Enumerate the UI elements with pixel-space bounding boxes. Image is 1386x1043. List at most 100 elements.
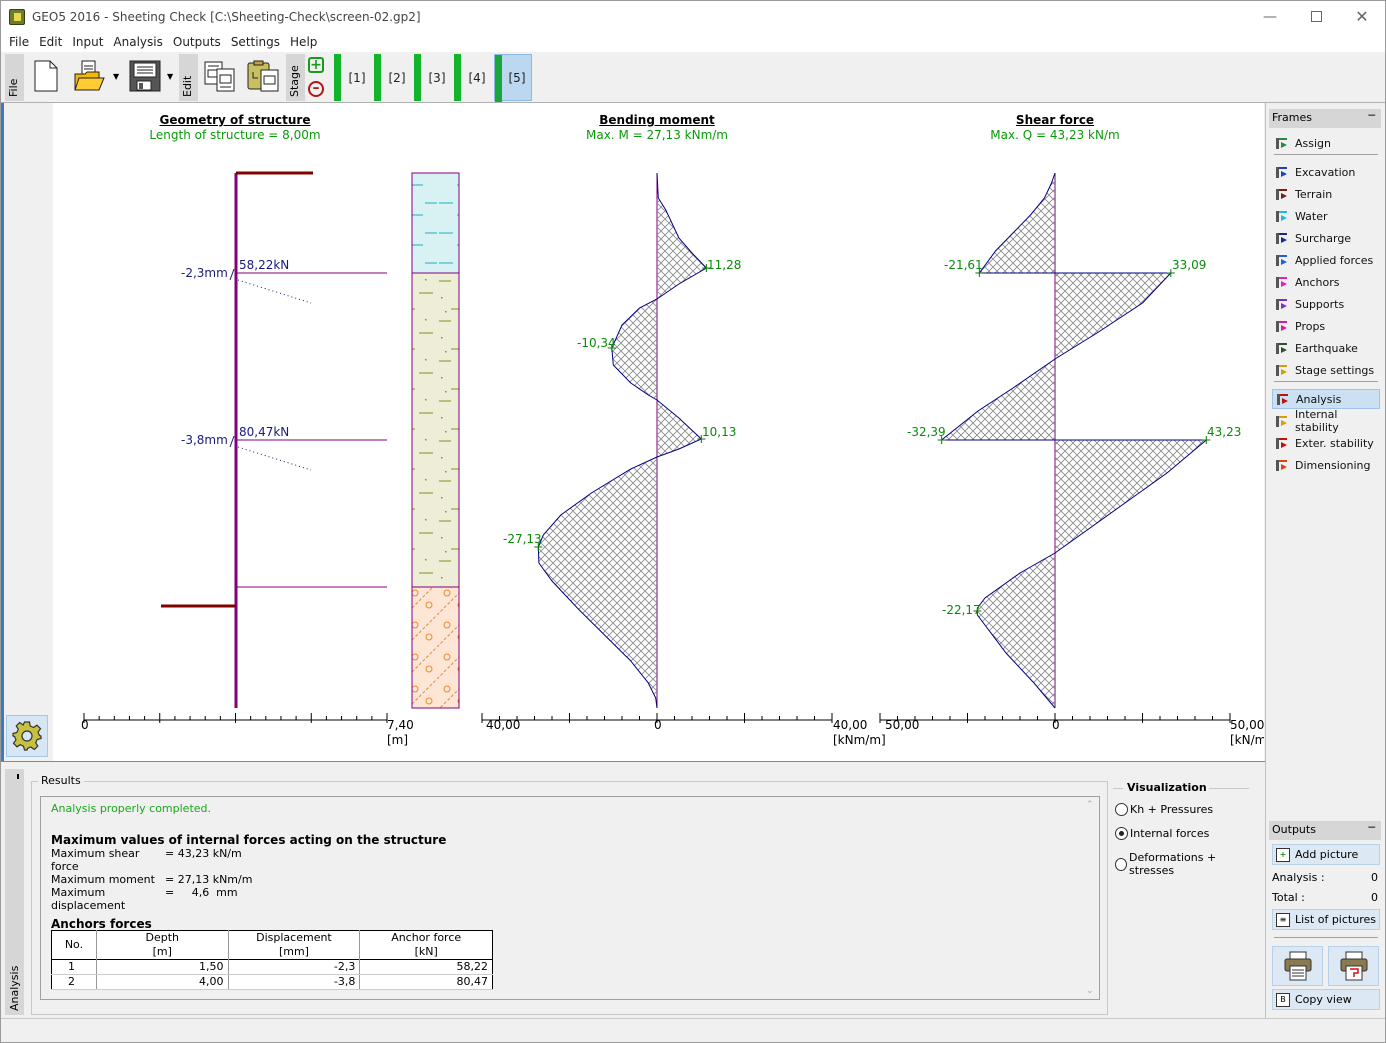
stage-button-5[interactable]: [5] — [494, 54, 532, 102]
separator — [1274, 154, 1378, 155]
new-file-button[interactable] — [34, 60, 58, 95]
soil-layer-sandy-clay — [411, 272, 460, 588]
stage-group-label: Stage — [286, 54, 305, 101]
frame-item-excavation[interactable]: Excavation — [1272, 162, 1380, 182]
menu-input[interactable]: Input — [67, 35, 108, 49]
drawing-canvas[interactable]: Geometry of structure Length of structur… — [53, 103, 1264, 761]
radio-kh-pressures[interactable]: Kh + Pressures — [1115, 803, 1213, 816]
frame-item-props[interactable]: Props — [1272, 316, 1380, 336]
frame-item-surcharge[interactable]: Surcharge — [1272, 228, 1380, 248]
supports-icon — [1275, 297, 1289, 311]
shear-force-chart — [879, 172, 1231, 723]
stage-button-2[interactable]: [2] — [374, 54, 412, 101]
minimize-button[interactable]: — — [1247, 1, 1293, 32]
moment-axis-unit: [kNm/m] — [833, 733, 886, 747]
moment-label: 10,13 — [702, 425, 737, 439]
frame-item-anchors[interactable]: Anchors — [1272, 272, 1380, 292]
maximize-button[interactable] — [1293, 1, 1339, 32]
add-picture-button[interactable]: + Add picture — [1272, 844, 1380, 865]
copy-data-button[interactable] — [204, 60, 236, 95]
copy-view-button[interactable]: B Copy view — [1272, 989, 1380, 1010]
frame-item-dimensioning[interactable]: Dimensioning — [1272, 455, 1380, 475]
shear-axis-zero: 0 — [1052, 718, 1060, 732]
menu-settings[interactable]: Settings — [226, 35, 285, 49]
col-header-anchor-force: Anchor force [kN] — [359, 930, 493, 960]
moment-title: Bending moment — [599, 113, 715, 127]
open-dropdown-arrow[interactable]: ▼ — [113, 72, 119, 81]
visualization-title: Visualization — [1127, 781, 1207, 794]
add-stage-button[interactable]: + — [308, 57, 324, 73]
radio-button[interactable] — [1115, 857, 1128, 871]
scroll-down-icon[interactable]: ⌄ — [1086, 986, 1094, 996]
pin-icon[interactable] — [17, 774, 19, 779]
results-scrollbar[interactable]: ⌃ ⌄ — [1082, 797, 1099, 999]
geo5-app-icon — [9, 8, 25, 25]
stage-button-4[interactable]: [4] — [454, 54, 492, 101]
anchors-icon — [1275, 275, 1289, 289]
menu-help[interactable]: Help — [285, 35, 322, 49]
separator — [1274, 937, 1378, 938]
visualization-group: Visualization Kh + Pressures Internal fo… — [1113, 781, 1253, 981]
title-bar: GEO5 2016 - Sheeting Check [C:\Sheeting-… — [1, 1, 1385, 32]
shear-label: -32,39 — [907, 425, 946, 439]
save-button[interactable] — [129, 60, 161, 95]
print-button[interactable] — [1272, 946, 1323, 986]
open-file-button[interactable] — [73, 60, 107, 95]
menu-outputs[interactable]: Outputs — [168, 35, 226, 49]
earthquake-icon — [1275, 341, 1289, 355]
scroll-up-icon[interactable]: ⌃ — [1086, 800, 1094, 810]
radio-internal-forces[interactable]: Internal forces — [1115, 827, 1209, 840]
right-panel: Frames ─ Assign Excavation Terrain Water Surc… — [1265, 103, 1385, 1018]
radio-button-checked[interactable] — [1115, 827, 1128, 840]
anchor-marker — [229, 268, 235, 281]
menu-analysis[interactable]: Analysis — [108, 35, 167, 49]
anchor-1-displacement: -2,3mm — [181, 266, 228, 280]
stage-button-1[interactable]: [1] — [334, 54, 372, 101]
soil-layer-clay-water — [411, 172, 460, 274]
frame-item-supports[interactable]: Supports — [1272, 294, 1380, 314]
settings-button[interactable] — [6, 715, 48, 757]
frame-item-stage-settings[interactable]: Stage settings — [1272, 360, 1380, 380]
moment-axis-max: 40,00 — [833, 718, 868, 732]
stage-indicator — [495, 55, 502, 102]
close-button[interactable]: ✕ — [1339, 1, 1385, 32]
frame-item-internal-stability[interactable]: Internal stability — [1272, 408, 1380, 434]
analysis-side-tab[interactable]: Analysis — [5, 769, 24, 1015]
anchor-marker — [229, 435, 235, 448]
moment-diagram-fill — [538, 173, 707, 708]
frame-item-earthquake[interactable]: Earthquake — [1272, 338, 1380, 358]
gear-icon — [12, 721, 42, 751]
print-picture-button[interactable] — [1328, 946, 1379, 986]
paste-data-button[interactable] — [247, 60, 279, 95]
moment-label: 11,28 — [707, 258, 742, 272]
menu-file[interactable]: File — [4, 35, 34, 49]
edit-group-label: Edit — [179, 54, 198, 101]
frame-item-exter-stability[interactable]: Exter. stability — [1272, 433, 1380, 453]
radio-deformations-stresses[interactable]: Deformations + stresses — [1115, 851, 1253, 877]
moment-subtitle: Max. M = 27,13 kNm/m — [586, 128, 728, 142]
frame-item-assign[interactable]: Assign — [1272, 133, 1380, 153]
menu-bar: File Edit Input Analysis Outputs Setting… — [1, 32, 1385, 52]
remove-stage-icon: – — [312, 80, 320, 96]
table-row: 2 4,00 -3,8 80,47 — [51, 974, 493, 990]
remove-stage-button[interactable]: – — [308, 81, 324, 97]
collapse-icon[interactable]: ─ — [1368, 109, 1375, 122]
table-row: 1 1,50 -2,3 58,22 — [51, 959, 493, 975]
menu-edit[interactable]: Edit — [34, 35, 67, 49]
list-of-pictures-button[interactable]: ≡ List of pictures — [1272, 909, 1380, 930]
geometry-axis-max: 7,40 — [387, 718, 414, 732]
water-icon — [1275, 209, 1289, 223]
geometry-subtitle: Length of structure = 8,00m — [149, 128, 321, 142]
collapse-icon[interactable]: ─ — [1368, 821, 1375, 834]
frame-item-analysis[interactable]: Analysis — [1272, 389, 1380, 409]
frame-item-applied-forces[interactable]: Applied forces — [1272, 250, 1380, 270]
frames-header[interactable]: Frames ─ — [1269, 109, 1381, 128]
stage-button-3[interactable]: [3] — [414, 54, 452, 101]
save-dropdown-arrow[interactable]: ▼ — [167, 72, 173, 81]
add-picture-icon: + — [1276, 847, 1290, 862]
outputs-header[interactable]: Outputs ─ — [1269, 821, 1381, 840]
frame-item-water[interactable]: Water — [1272, 206, 1380, 226]
results-heading: Maximum values of internal forces acting… — [51, 833, 447, 847]
radio-button[interactable] — [1115, 803, 1128, 816]
frame-item-terrain[interactable]: Terrain — [1272, 184, 1380, 204]
